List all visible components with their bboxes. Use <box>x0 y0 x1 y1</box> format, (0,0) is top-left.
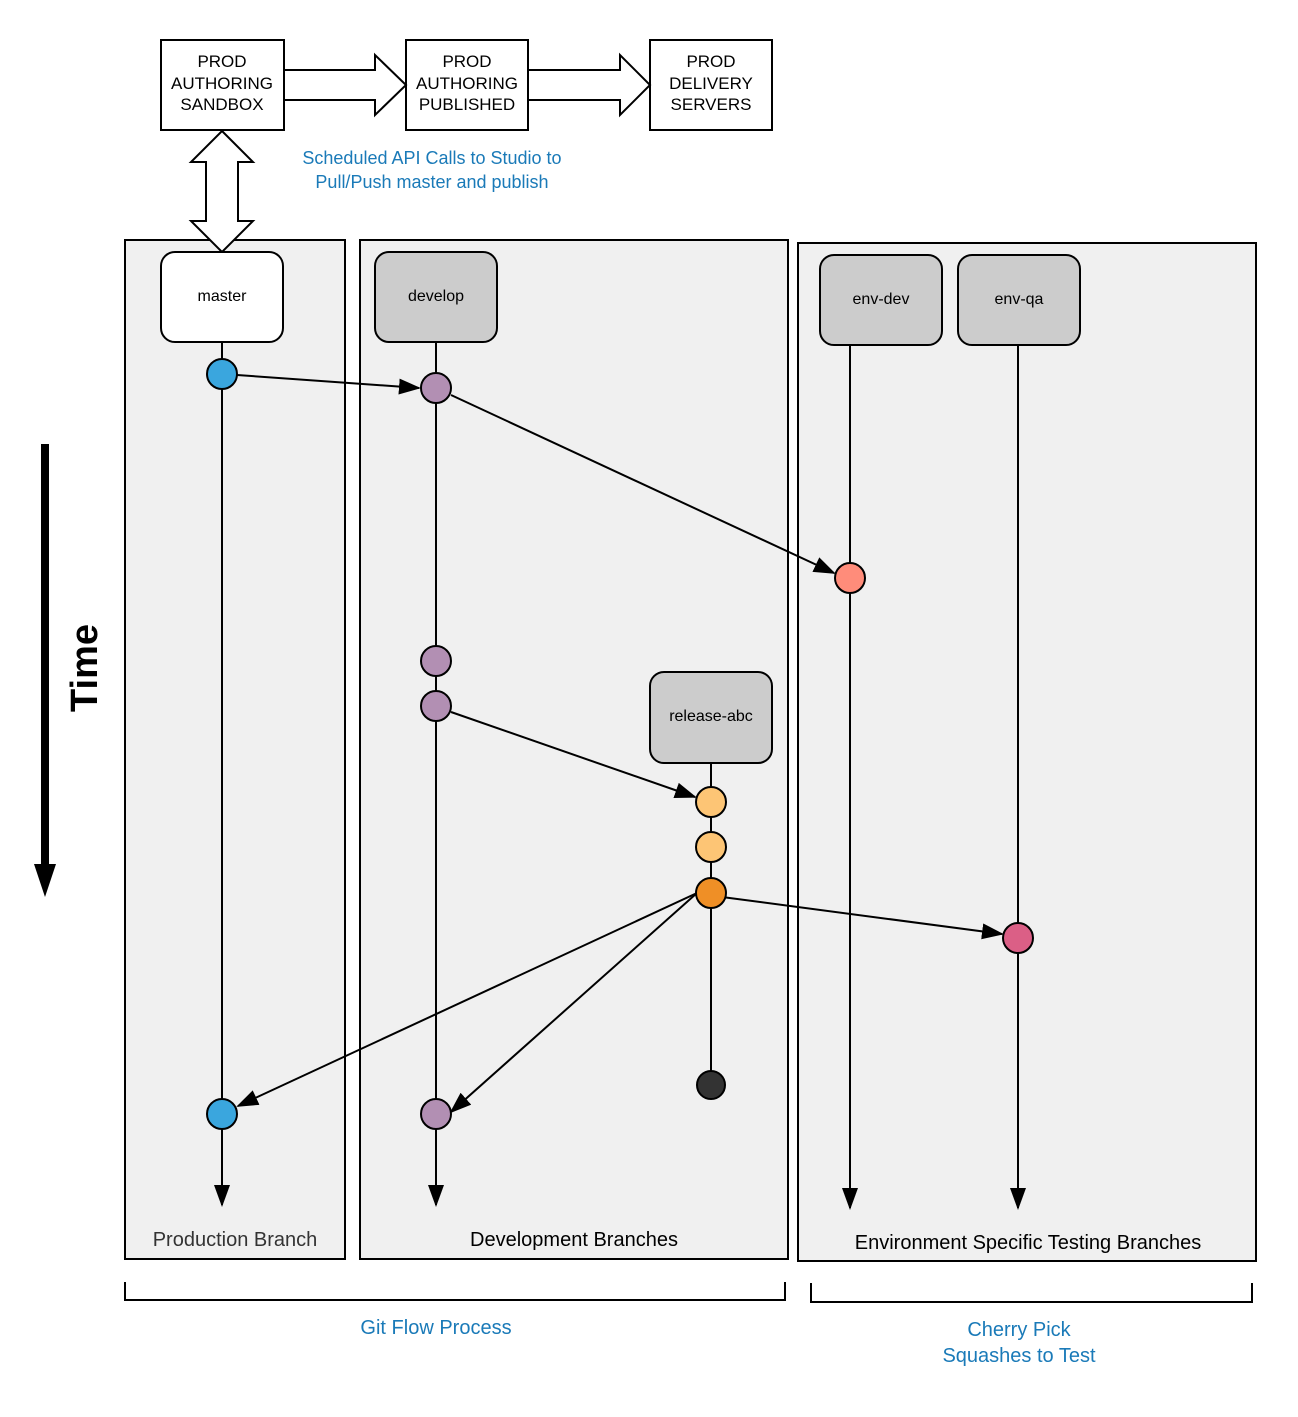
bracket-git-flow <box>124 1282 786 1301</box>
double-arrow-sync-icon <box>188 129 256 254</box>
pipeline-box-text: DELIVERY <box>669 74 753 93</box>
branch-develop-label: develop <box>408 288 464 305</box>
panel-environment <box>797 242 1257 1262</box>
pipeline-box-published: PROD AUTHORING PUBLISHED <box>405 39 529 131</box>
pipeline-box-text: SANDBOX <box>180 95 263 114</box>
commit-env-qa-1[interactable] <box>1002 922 1034 954</box>
block-arrow-right-icon <box>527 52 652 118</box>
branch-release-label: release-abc <box>669 708 753 725</box>
sync-note-line-2: Pull/Push master and publish <box>315 172 548 192</box>
branch-env-qa-label: env-qa <box>995 291 1044 308</box>
panel-development-label: Development Branches <box>470 1229 678 1251</box>
pipeline-box-text: SERVERS <box>671 95 752 114</box>
pipeline-box-text: PROD <box>686 52 735 71</box>
branch-env-dev-label: env-dev <box>853 291 910 308</box>
panel-environment-label: Environment Specific Testing Branches <box>855 1232 1201 1254</box>
branch-master-label: master <box>198 288 248 305</box>
commit-release-final[interactable] <box>695 877 727 909</box>
pipeline-box-text: AUTHORING <box>416 74 518 93</box>
branch-master[interactable]: master <box>160 251 284 343</box>
commit-release-2[interactable] <box>695 831 727 863</box>
commit-release-end[interactable] <box>696 1070 726 1100</box>
bracket-cherry-pick <box>810 1283 1253 1303</box>
pipeline-box-text: AUTHORING <box>171 74 273 93</box>
time-label: Time <box>64 624 106 712</box>
commit-develop-4[interactable] <box>420 1098 452 1130</box>
branch-env-dev[interactable]: env-dev <box>819 254 943 346</box>
group-label-cherry-pick-line-2: Squashes to Test <box>942 1345 1096 1367</box>
commit-develop-2[interactable] <box>420 645 452 677</box>
commit-env-dev-1[interactable] <box>834 562 866 594</box>
pipeline-box-text: PROD <box>442 52 491 71</box>
git-flow-diagram: PROD AUTHORING SANDBOX PROD AUTHORING PU… <box>34 39 1257 1367</box>
commit-develop-3[interactable] <box>420 690 452 722</box>
group-label-git-flow: Git Flow Process <box>360 1317 511 1339</box>
pipeline-box-text: PROD <box>197 52 246 71</box>
time-arrow-head-icon <box>34 864 56 897</box>
commit-release-1[interactable] <box>695 786 727 818</box>
branch-develop[interactable]: develop <box>374 251 498 343</box>
pipeline-box-text: PUBLISHED <box>419 95 515 114</box>
commit-master-2[interactable] <box>206 1098 238 1130</box>
block-arrow-right-icon <box>283 52 408 118</box>
time-axis: Time <box>34 444 106 897</box>
panel-production-label: Production Branch <box>153 1229 318 1251</box>
pipeline-box-sandbox: PROD AUTHORING SANDBOX <box>160 39 285 131</box>
group-label-cherry-pick-line-1: Cherry Pick <box>967 1319 1071 1341</box>
pipeline-box-delivery: PROD DELIVERY SERVERS <box>649 39 773 131</box>
branch-release[interactable]: release-abc <box>649 671 773 764</box>
commit-develop-1[interactable] <box>420 372 452 404</box>
sync-note-line-1: Scheduled API Calls to Studio to <box>302 148 561 168</box>
branch-env-qa[interactable]: env-qa <box>957 254 1081 346</box>
commit-master-1[interactable] <box>206 358 238 390</box>
